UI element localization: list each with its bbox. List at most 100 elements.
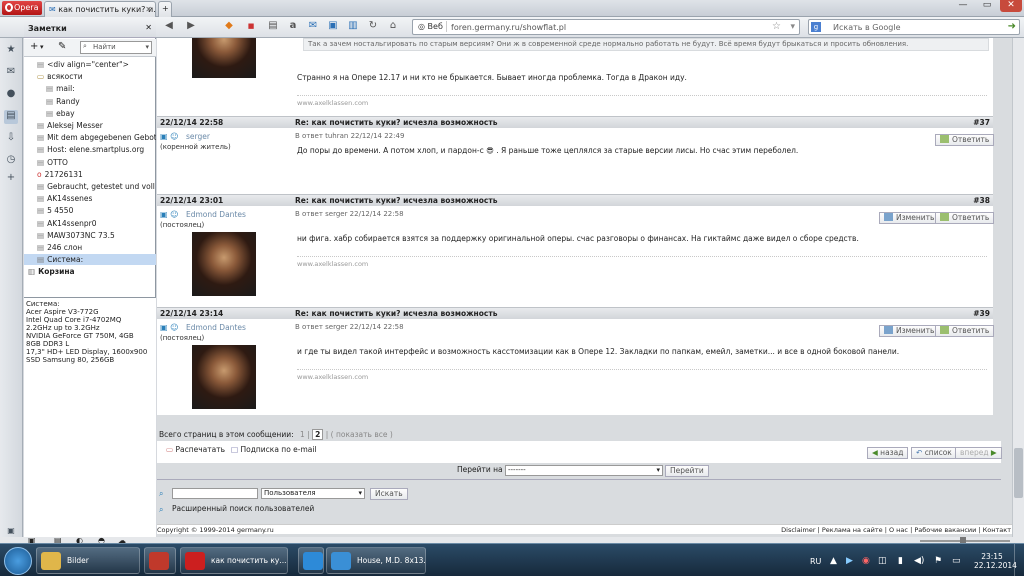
note-item[interactable]: ▤ OTTO <box>24 157 156 168</box>
note-item[interactable]: ▭ всякости <box>24 71 156 82</box>
volume-icon[interactable]: ◀) <box>914 556 924 566</box>
note-item[interactable]: ▤ Gebraucht, getestet und voll f... <box>24 181 156 192</box>
post-title[interactable]: Re: как почистить куки? исчезла возможно… <box>295 308 497 319</box>
history-icon[interactable]: ◷ <box>4 154 18 168</box>
user-profile-icon[interactable]: ▣ ☺ <box>160 132 178 141</box>
search-dropdown-icon[interactable]: ▾ <box>145 43 149 51</box>
goto-select[interactable]: ------- ▾ <box>505 465 663 476</box>
windows-start-button[interactable] <box>4 547 32 575</box>
amazon-icon[interactable]: a <box>286 19 300 33</box>
bookmark-diamond-icon[interactable]: ◆ <box>222 19 236 33</box>
list-button[interactable]: ↶ список <box>911 447 957 459</box>
note-item[interactable]: ▤ Система: <box>24 254 156 266</box>
search-scope-select[interactable]: Пользователя ▾ <box>261 488 365 499</box>
forward-button[interactable]: вперед ▶ <box>955 447 1002 459</box>
edit-note-icon[interactable]: ✎ <box>58 41 66 52</box>
edit-button[interactable]: Изменить <box>879 212 940 224</box>
print-link[interactable]: ▭ Распечатать <box>166 445 225 454</box>
back-icon[interactable]: ◀ <box>162 19 176 33</box>
post-author[interactable]: Edmond Dantes <box>186 323 246 332</box>
note-item[interactable]: ▤ MAW3073NC 73.5 <box>24 230 156 241</box>
notes-panel-icon[interactable]: ▤ <box>4 110 18 124</box>
home-icon[interactable]: ⌂ <box>386 19 400 33</box>
note-item[interactable]: ▤ mail: <box>24 83 156 94</box>
advanced-search-link[interactable]: Расширенный поиск пользователей <box>172 504 314 513</box>
shop-icon[interactable]: ▤ <box>266 19 280 33</box>
reply-button[interactable]: Ответить <box>935 134 995 146</box>
new-tab-button[interactable]: + <box>158 1 172 17</box>
note-item[interactable]: ▤ Aleksej Messer <box>24 120 156 131</box>
language-indicator[interactable]: RU <box>810 557 821 566</box>
signal-icon[interactable]: ▮ <box>898 556 903 566</box>
note-item[interactable]: ▤ Mit dem abgegebenen Gebot ... <box>24 132 156 143</box>
footer-link[interactable]: Контакт <box>983 526 1011 534</box>
footer-link[interactable]: Disclaimer <box>781 526 815 534</box>
zoom-slider[interactable] <box>920 537 1010 545</box>
show-all-link[interactable]: показать все <box>336 430 388 439</box>
network-icon[interactable]: ◫ <box>878 556 887 566</box>
note-item[interactable]: ▤ <div align="center"> <box>24 59 156 70</box>
notes-search-input[interactable]: ⌕ Найти ▾ <box>80 41 152 54</box>
add-dropdown-icon[interactable]: ▾ <box>40 43 44 51</box>
footer-link[interactable]: О нас <box>889 526 908 534</box>
user-profile-icon[interactable]: ▣ ☺ <box>160 323 178 332</box>
taskbar-item[interactable] <box>298 547 324 574</box>
note-item[interactable]: ▤ 246 слон <box>24 242 156 253</box>
post-number[interactable]: #37 <box>973 117 990 128</box>
vk-icon[interactable]: ▣ <box>326 19 340 33</box>
back-button[interactable]: ◀ назад <box>867 447 909 459</box>
note-item[interactable]: ▤ ebay <box>24 108 156 119</box>
opera-menu-button[interactable]: Opera <box>2 1 42 15</box>
otto-icon[interactable]: ■ <box>244 19 258 33</box>
taskbar-item[interactable]: как почистить ку... <box>180 547 288 574</box>
reply-button[interactable]: Ответить <box>935 325 995 337</box>
search-button[interactable]: Искать <box>370 488 408 500</box>
bookmark-star-icon[interactable]: ☆ <box>772 21 781 32</box>
goto-button[interactable]: Перейти <box>665 465 709 477</box>
mail-icon[interactable]: ✉ <box>306 19 320 33</box>
post-signature[interactable]: www.axelklassen.com <box>297 369 987 381</box>
add-panel-icon[interactable]: + <box>4 172 18 186</box>
subscribe-link[interactable]: □ Подписка по e-mail <box>231 445 317 454</box>
flag-icon[interactable]: ⚑ <box>934 556 942 566</box>
reload-icon[interactable]: ↻ <box>366 19 380 33</box>
reply-to[interactable]: В ответ serger 22/12/14 22:58 <box>295 323 404 331</box>
post-author[interactable]: serger <box>186 132 210 141</box>
note-item[interactable]: ▤ AK14ssenpr0 <box>24 218 156 229</box>
user-search-input[interactable] <box>172 488 258 499</box>
post-title[interactable]: Re: как почистить куки? исчезла возможно… <box>295 117 497 128</box>
note-item[interactable]: ▤ Host: elene.smartplus.org <box>24 144 156 155</box>
page-link-1[interactable]: 1 <box>300 430 305 439</box>
post-author[interactable]: Edmond Dantes <box>186 210 246 219</box>
address-bar[interactable]: ◎ Веб foren.germany.ru/showflat.pl ☆ ▾ <box>412 19 800 35</box>
media-play-icon[interactable]: ▶ <box>846 556 853 566</box>
taskbar-item[interactable]: House, M.D. 8x13.... <box>326 547 426 574</box>
reply-to[interactable]: В ответ serger 22/12/14 22:58 <box>295 210 404 218</box>
maximize-button[interactable]: ▭ <box>976 0 998 12</box>
tab-close-icon[interactable]: ✕ <box>145 5 152 14</box>
downloads-icon[interactable]: ⇩ <box>4 132 18 146</box>
page-scrollbar[interactable] <box>1012 38 1024 543</box>
post-signature[interactable]: www.axelklassen.com <box>297 256 987 268</box>
minimize-button[interactable]: — <box>952 0 974 12</box>
contacts-icon[interactable]: ● <box>4 88 18 102</box>
user-profile-icon[interactable]: ▣ ☺ <box>160 210 178 219</box>
add-note-icon[interactable]: + <box>30 41 38 52</box>
note-item[interactable]: ▤ 5 4550 <box>24 205 156 216</box>
post-signature[interactable]: www.axelklassen.com <box>297 95 987 107</box>
note-item[interactable]: ▥ Корзина <box>24 266 156 277</box>
mail-panel-icon[interactable]: ✉ <box>4 66 18 80</box>
reply-button[interactable]: Ответить <box>935 212 995 224</box>
note-item[interactable]: ▤ AK14ssenes <box>24 193 156 204</box>
clock[interactable]: 23:15 22.12.2014 <box>974 552 1017 570</box>
taskbar-item[interactable]: Bilder <box>36 547 140 574</box>
battery-icon[interactable]: ▭ <box>952 556 961 566</box>
footer-link[interactable]: Реклама на сайте <box>822 526 883 534</box>
show-desktop-button[interactable] <box>1014 544 1024 576</box>
close-window-button[interactable]: ✕ <box>1000 0 1022 12</box>
post-number[interactable]: #38 <box>973 195 990 206</box>
post-number[interactable]: #39 <box>973 308 990 319</box>
notes-close-icon[interactable]: ✕ <box>145 23 152 32</box>
taskbar-item[interactable] <box>144 547 176 574</box>
reply-to[interactable]: В ответ tuhran 22/12/14 22:49 <box>295 132 404 140</box>
